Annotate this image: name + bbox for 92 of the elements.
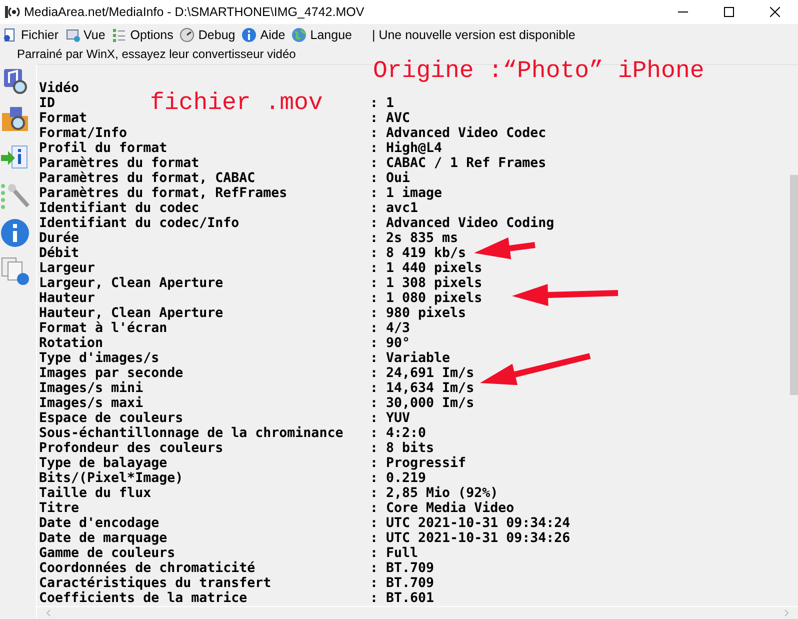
field-value: : avc1 xyxy=(370,201,418,216)
field-label: Coordonnées de chromaticité xyxy=(39,561,256,576)
field-label: Largeur, Clean Aperture xyxy=(39,276,224,291)
annotation-text: fichier .mov xyxy=(150,91,323,117)
field-label: Identifiant du codec xyxy=(39,201,200,216)
folder-magnifier-icon[interactable] xyxy=(0,104,30,134)
field-label: Images/s maxi xyxy=(39,396,144,411)
field-label: Images par seconde xyxy=(39,366,184,381)
annotation-arrow xyxy=(474,237,536,260)
field-value: : Advanced Video Codec xyxy=(370,126,546,141)
field-label: Bits/(Pixel*Image) xyxy=(39,471,184,486)
field-value: : 2,85 Mio (92%) xyxy=(370,486,498,501)
field-value: : 1 440 pixels xyxy=(370,261,482,276)
field-value: : Core Media Video xyxy=(370,501,514,516)
field-value: : 24,691 Im/s xyxy=(370,366,474,381)
menu-item[interactable]: Vue xyxy=(62,27,110,43)
section-heading: Vidéo xyxy=(39,81,80,96)
field-value: : Progressif xyxy=(370,456,466,471)
field-label: Espace de couleurs xyxy=(39,411,184,426)
gauge-icon xyxy=(179,27,196,43)
menu-item[interactable]: Fichier xyxy=(0,27,63,43)
field-value: : Oui xyxy=(370,171,410,186)
field-label: Profondeur des couleurs xyxy=(39,441,224,456)
field-label: Images/s mini xyxy=(39,381,144,396)
field-label: Date d'encodage xyxy=(39,516,160,531)
window-title: MediaArea.net/MediaInfo - D:\SMARTHONE\IMG_4742.MOV xyxy=(24,5,366,19)
field-value: : Full xyxy=(370,546,418,561)
field-label: Largeur xyxy=(39,261,96,276)
info-icon xyxy=(241,27,258,43)
field-value: : 8 bits xyxy=(370,441,434,456)
field-label: Paramètres du format, CABAC xyxy=(39,171,256,186)
field-label: Hauteur, Clean Aperture xyxy=(39,306,224,321)
field-value: : Variable xyxy=(370,351,450,366)
field-value: : 1 080 pixels xyxy=(370,291,482,306)
field-label: Coefficients de la matrice xyxy=(39,591,248,606)
field-label: Sous-échantillonnage de la chrominance xyxy=(39,426,344,441)
field-value: : 90° xyxy=(370,336,410,351)
globe-icon xyxy=(291,27,308,43)
field-value: : Advanced Video Coding xyxy=(370,216,554,231)
field-value: : YUV xyxy=(370,411,410,426)
field-value: : 2s 835 ms xyxy=(370,231,458,246)
field-label: Format xyxy=(39,111,88,126)
field-label: Titre xyxy=(39,501,80,516)
update-notice: | Une nouvelle version est disponible xyxy=(372,28,576,42)
field-label: Type d'images/s xyxy=(39,351,160,366)
field-value: : BT.601 xyxy=(370,591,434,606)
field-value: : 4:2:0 xyxy=(370,426,426,441)
window-icon xyxy=(64,27,81,43)
field-value: : 1 308 pixels xyxy=(370,276,482,291)
field-value: : CABAC / 1 Ref Frames xyxy=(370,156,546,171)
field-label: Taille du flux xyxy=(39,486,152,501)
field-label: Rotation xyxy=(39,336,104,351)
menu-item[interactable]: Aide xyxy=(239,27,290,43)
menu-item[interactable]: Debug xyxy=(177,27,240,43)
field-value: : BT.709 xyxy=(370,576,434,591)
field-label: Date de marquage xyxy=(39,531,168,546)
maximize-icon xyxy=(724,7,734,17)
field-value: : 14,634 Im/s xyxy=(370,381,474,396)
field-value: : 8 419 kb/s xyxy=(370,246,466,261)
field-value: : UTC 2021-10-31 09:34:24 xyxy=(370,516,570,531)
menu-item[interactable]: Langue xyxy=(289,27,356,43)
field-value: : UTC 2021-10-31 09:34:26 xyxy=(370,531,570,546)
pages-globe-icon[interactable] xyxy=(0,256,30,286)
field-value: : 980 pixels xyxy=(370,306,466,321)
field-label: Paramètres du format, RefFrames xyxy=(39,186,288,201)
field-value: : 1 image xyxy=(370,186,442,201)
info-icon[interactable] xyxy=(0,218,30,248)
field-label: Paramètres du format xyxy=(39,156,200,171)
annotation-text: Origine :“Photo” iPhone xyxy=(373,59,704,85)
field-label: Identifiant du codec/Info xyxy=(39,216,240,231)
field-value: : BT.709 xyxy=(370,561,434,576)
field-value: : High@L4 xyxy=(370,141,442,156)
field-value: : 30,000 Im/s xyxy=(370,396,474,411)
field-label: Débit xyxy=(39,246,80,261)
field-label: Format/Info xyxy=(39,126,128,141)
menu-item[interactable]: Options xyxy=(109,27,178,43)
sponsor-text: Parrainé par WinX, essayez leur convertisseur vidéo xyxy=(16,46,297,63)
close-icon xyxy=(770,7,780,17)
field-label: Gamme de couleurs xyxy=(39,546,176,561)
field-label: Format à l'écran xyxy=(39,321,168,336)
field-label: Caractéristiques du transfert xyxy=(39,576,272,591)
field-label: Hauteur xyxy=(39,291,96,306)
app-icon xyxy=(4,4,20,20)
field-value: : 1 xyxy=(370,96,394,111)
field-value: : 0.219 xyxy=(370,471,426,486)
field-value: : 4/3 xyxy=(370,321,410,336)
field-label: Profil du format xyxy=(39,141,168,156)
field-label: Durée xyxy=(39,231,80,246)
field-label: ID xyxy=(39,96,56,111)
field-label: Type de balayage xyxy=(39,456,168,471)
list-icon xyxy=(111,27,128,43)
field-value: : AVC xyxy=(370,111,410,126)
